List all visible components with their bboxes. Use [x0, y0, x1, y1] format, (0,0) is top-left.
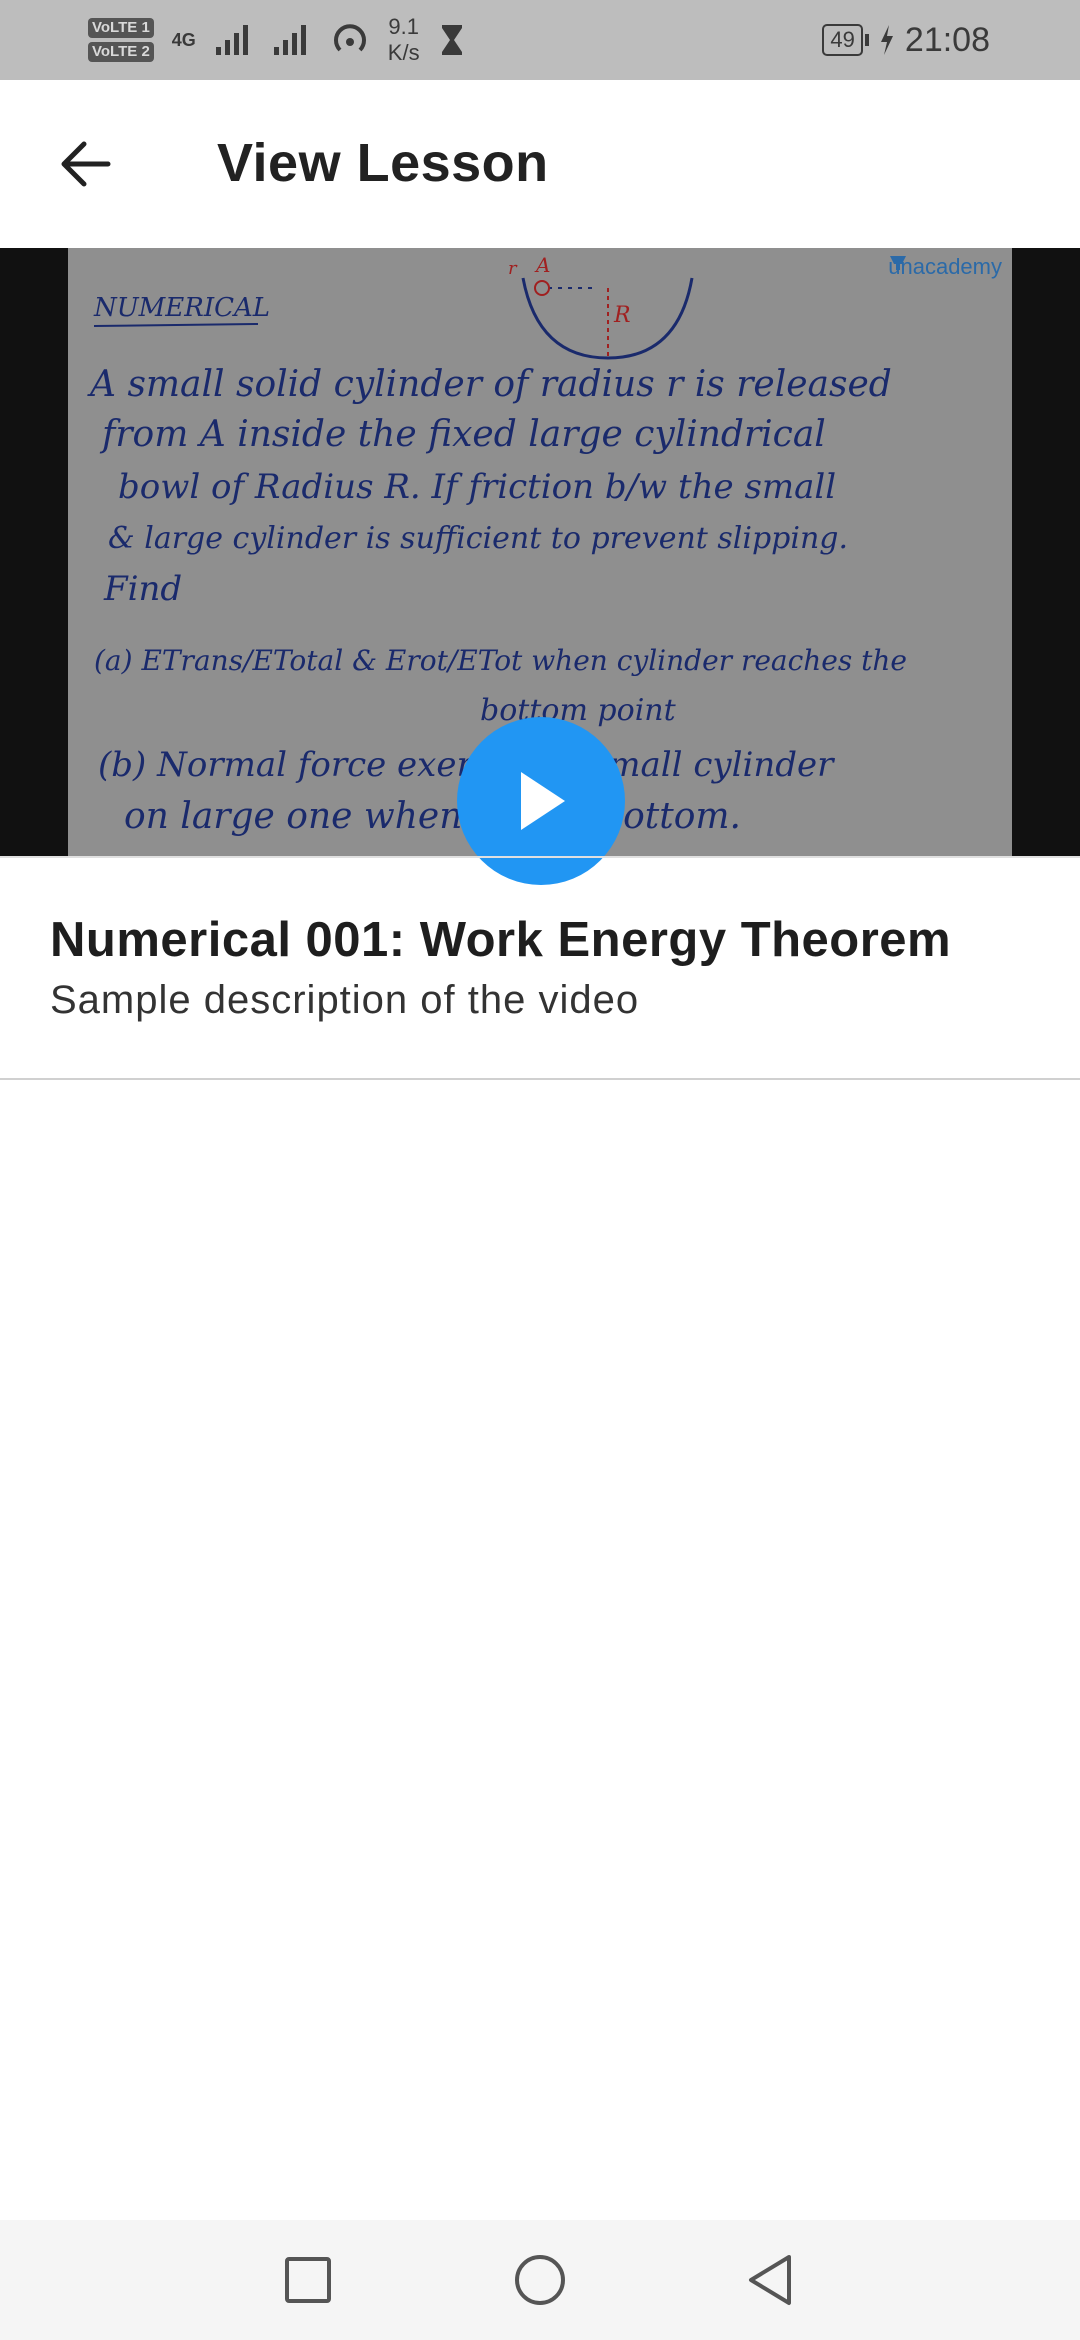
note-line-2: from A inside the fixed large cylindrica…	[99, 414, 826, 455]
note-line-1: A small solid cylinder of radius r is re…	[87, 364, 892, 405]
signal-icon-2	[273, 25, 306, 55]
triangle-back-icon	[749, 2255, 791, 2305]
nav-back-button[interactable]	[690, 2220, 850, 2340]
graduation-cap-icon	[890, 256, 907, 270]
diagram-label-a: A	[534, 253, 550, 277]
video-player[interactable]: A r R NUMERICAL A small solid cylinder o…	[0, 248, 1080, 885]
volte-2-badge: VoLTE 2	[88, 42, 154, 62]
volte-indicator: VoLTE 1 VoLTE 2	[88, 18, 154, 62]
speed-value: 9.1	[388, 14, 419, 39]
note-line-6: (a) ETrans/ETotal & Erot/ETot when cylin…	[94, 644, 907, 677]
arrow-back-icon	[61, 141, 111, 187]
circle-icon	[515, 2255, 565, 2305]
diagram-label-small-r: r	[508, 258, 518, 279]
lesson-title: Numerical 001: Work Energy Theorem	[50, 913, 952, 967]
charging-icon	[880, 25, 893, 55]
clock: 21:08	[904, 20, 990, 59]
recents-button[interactable]	[228, 2220, 388, 2340]
network-type: 4G	[171, 29, 196, 50]
home-button[interactable]	[460, 2220, 620, 2340]
note-line-3: bowl of Radius R. If friction b/w the sm…	[118, 467, 836, 507]
play-icon	[521, 772, 565, 830]
hotspot-icon	[333, 24, 366, 52]
volte-1-badge: VoLTE 1	[88, 18, 154, 38]
note-line-5: Find	[103, 569, 182, 609]
back-button[interactable]	[40, 124, 130, 204]
lesson-details: Numerical 001: Work Energy Theorem Sampl…	[0, 856, 1080, 1080]
signal-icon	[215, 25, 248, 55]
note-line-9: on large one when it is at bottom.	[124, 796, 741, 837]
app-bar: View Lesson	[0, 80, 1080, 248]
system-nav-bar	[0, 2220, 1080, 2340]
note-line-0: NUMERICAL	[93, 293, 270, 323]
brand-watermark: unacademy	[888, 254, 1002, 280]
diagram-label-r: R	[613, 303, 631, 328]
lesson-description: Sample description of the video	[50, 978, 640, 1022]
square-icon	[285, 2257, 331, 2303]
status-right: 49 21:08	[822, 14, 990, 66]
hourglass-icon	[441, 25, 462, 55]
status-bar: VoLTE 1 VoLTE 2 4G 9.1 K/s 49 21:08	[0, 0, 1080, 80]
note-line-4: & large cylinder is sufficient to preven…	[108, 521, 848, 556]
status-left: VoLTE 1 VoLTE 2 4G 9.1 K/s	[88, 10, 466, 70]
network-speed: 9.1 K/s	[388, 14, 420, 66]
speed-unit: K/s	[387, 40, 420, 65]
page-title: View Lesson	[217, 133, 549, 193]
battery-icon: 49	[822, 24, 870, 56]
